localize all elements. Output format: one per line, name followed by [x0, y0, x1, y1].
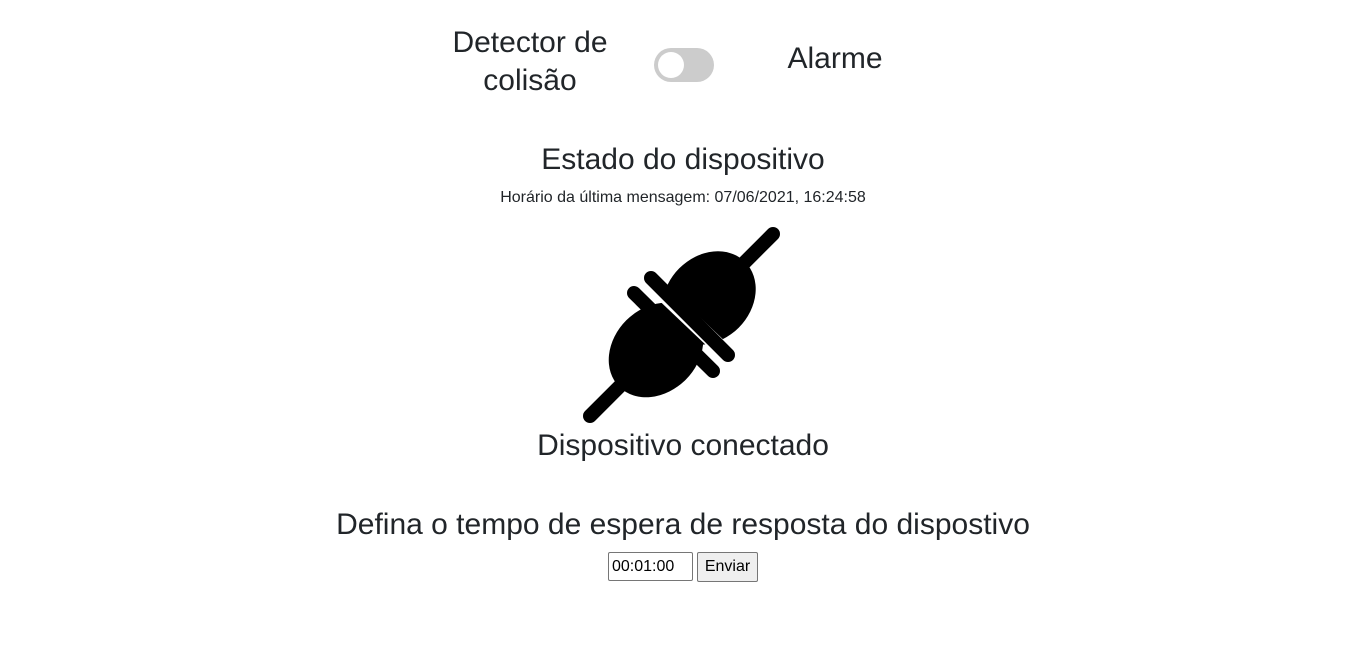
alarm-label: Alarme: [787, 42, 883, 75]
timeout-title: Defina o tempo de espera de resposta do …: [336, 508, 1030, 541]
device-status-title: Estado do dispositivo: [541, 143, 825, 176]
send-button[interactable]: Enviar: [697, 552, 758, 582]
timeout-input[interactable]: [608, 552, 693, 581]
collision-detector-label: Detector de colisão: [452, 26, 608, 97]
plug-icon: [583, 227, 780, 423]
device-connection-state: Dispositivo conectado: [537, 429, 829, 462]
last-message-time: Horário da última mensagem: 07/06/2021, …: [500, 189, 866, 206]
toggle-knob: [658, 52, 684, 78]
mode-switch-row: Detector de colisão Alarme: [0, 0, 1366, 110]
mode-toggle-switch[interactable]: [654, 48, 714, 82]
